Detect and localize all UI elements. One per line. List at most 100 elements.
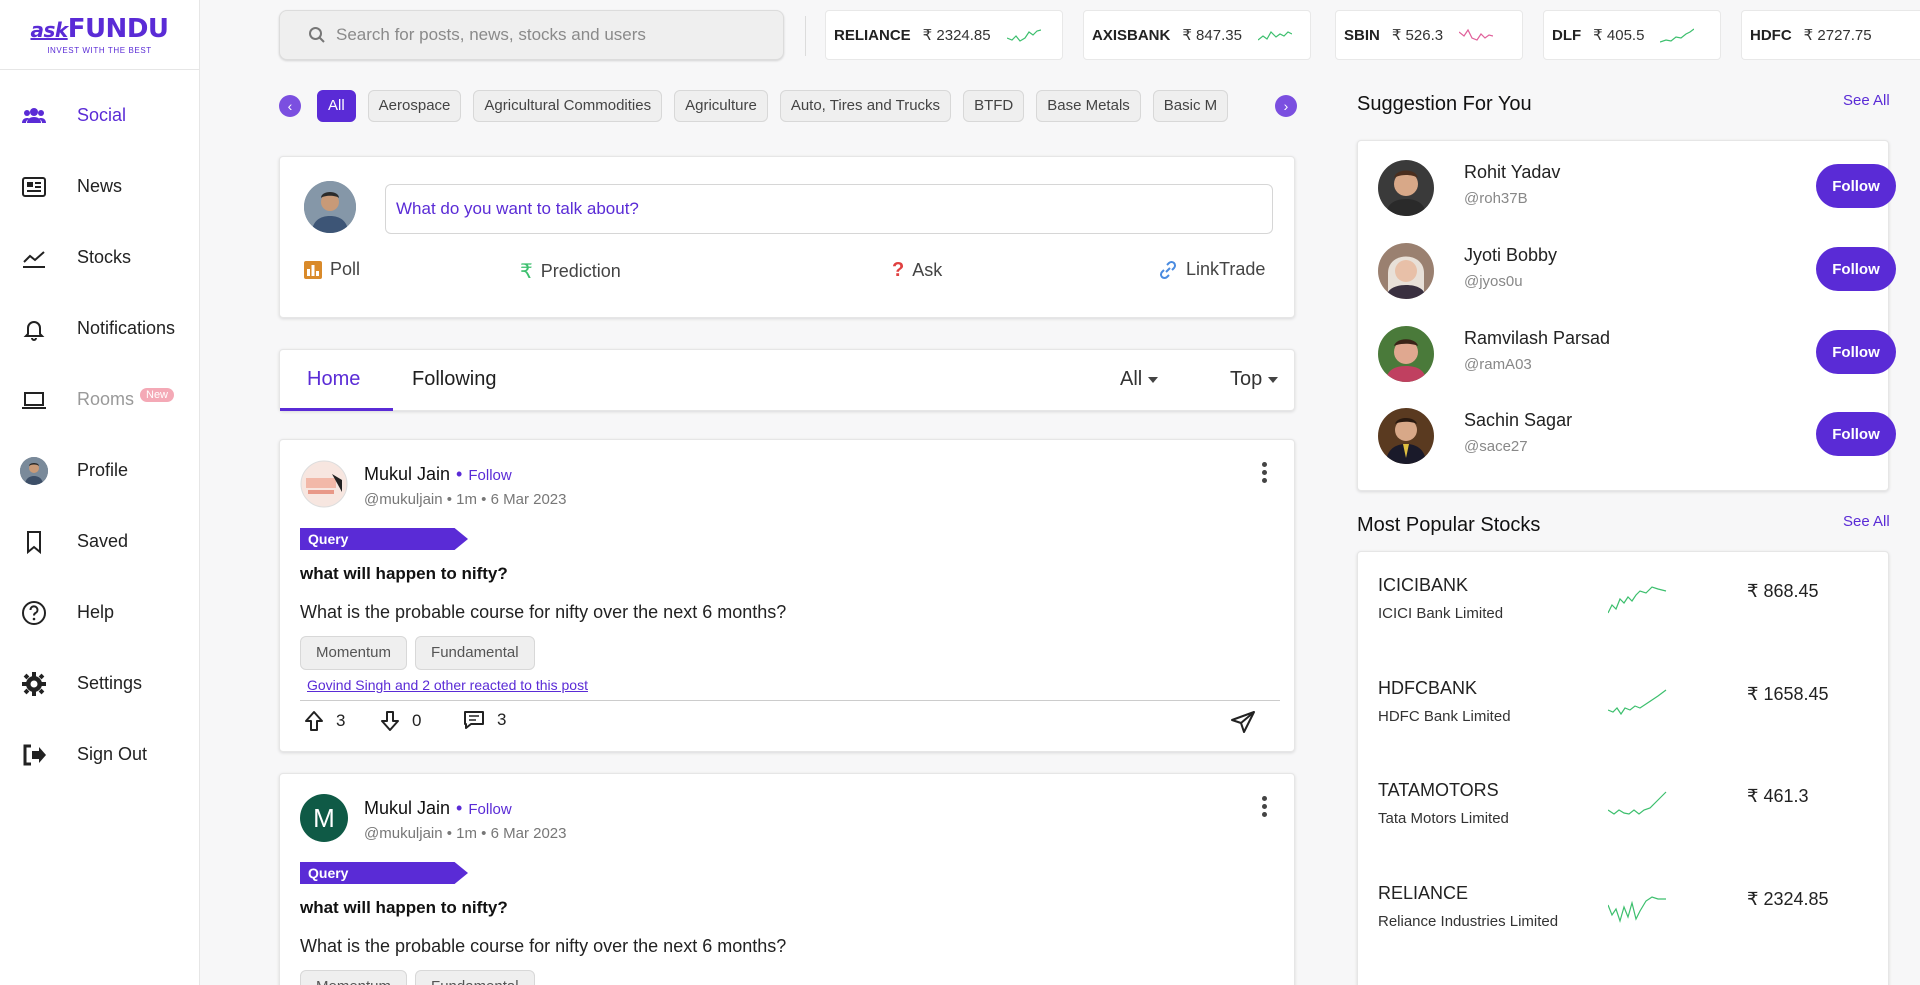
popular-stocks-card: ICICIBANK ICICI Bank Limited ₹ 868.45 HD… — [1357, 551, 1889, 985]
stock-price: ₹ 461.3 — [1747, 786, 1809, 806]
post-title[interactable]: what will happen to nifty? — [300, 564, 508, 584]
post-author-name[interactable]: Mukul Jain — [364, 798, 450, 818]
user-avatar-image — [1378, 326, 1434, 382]
stock-row[interactable]: ICICIBANK ICICI Bank Limited ₹ 868.45 — [1378, 575, 1868, 635]
logo[interactable]: askFUNDU INVEST WITH THE BEST — [0, 0, 199, 70]
ticker-card[interactable]: HDFC ₹ 2727.75 — [1741, 10, 1920, 60]
linktrade-button[interactable]: LinkTrade — [1158, 259, 1265, 280]
tab-home[interactable]: Home — [307, 368, 360, 391]
user-name[interactable]: Jyoti Bobby — [1464, 245, 1557, 266]
filter-all-dropdown[interactable]: All — [1120, 368, 1159, 391]
user-name[interactable]: Ramvilash Parsad — [1464, 328, 1610, 349]
follow-link[interactable]: Follow — [468, 467, 511, 484]
separator-dot: • — [456, 798, 463, 818]
post-input[interactable] — [385, 184, 1273, 234]
avatar[interactable] — [1378, 160, 1434, 216]
user-name[interactable]: Rohit Yadav — [1464, 162, 1560, 183]
linktrade-label: LinkTrade — [1186, 259, 1266, 279]
topic-chip[interactable]: Fundamental — [415, 636, 535, 670]
post-author-name[interactable]: Mukul Jain — [364, 464, 450, 484]
more-options-icon[interactable] — [1258, 792, 1270, 820]
category-chip[interactable]: Base Metals — [1036, 90, 1141, 122]
category-chip[interactable]: Agriculture — [674, 90, 768, 122]
sidebar-item-notifications[interactable]: Notifications — [0, 293, 199, 364]
share-button[interactable] — [1230, 710, 1256, 739]
ticker-price: ₹ 2324.85 — [922, 27, 991, 44]
chevron-down-icon — [1148, 376, 1159, 383]
sidebar-item-label: Help — [77, 602, 115, 622]
follow-link[interactable]: Follow — [468, 801, 511, 818]
stock-row[interactable]: HDFCBANK HDFC Bank Limited ₹ 1658.45 — [1378, 678, 1868, 738]
search-input[interactable] — [336, 25, 756, 45]
sidebar-item-sign-out[interactable]: Sign Out — [0, 719, 199, 790]
category-chip[interactable]: Basic M — [1152, 90, 1229, 122]
sidebar-item-social[interactable]: Social — [0, 80, 199, 151]
category-chip-all[interactable]: All — [317, 90, 356, 122]
suggestions-see-all-link[interactable]: See All — [1843, 92, 1890, 109]
sidebar-item-label: Settings — [77, 673, 143, 693]
sparkline — [1608, 896, 1666, 924]
separator-dot: • — [456, 464, 463, 484]
active-tab-indicator — [280, 408, 393, 411]
sidebar-item-news[interactable]: News — [0, 151, 199, 222]
ticker-card[interactable]: RELIANCE ₹ 2324.85 — [825, 10, 1063, 60]
poll-button[interactable]: Poll — [304, 259, 360, 280]
avatar — [20, 456, 48, 485]
sidebar-item-rooms[interactable]: Rooms New — [0, 364, 199, 435]
topic-chip[interactable]: Momentum — [300, 970, 408, 985]
post-title[interactable]: what will happen to nifty? — [300, 898, 508, 918]
sidebar-item-profile[interactable]: Profile — [0, 435, 199, 506]
tab-following[interactable]: Following — [412, 368, 496, 391]
suggested-user: Jyoti Bobby @jyos0u Follow — [1378, 243, 1896, 303]
follow-button[interactable]: Follow — [1816, 247, 1896, 291]
category-chip[interactable]: BTFD — [963, 90, 1025, 122]
prediction-button[interactable]: ₹ Prediction — [520, 259, 621, 284]
query-tag: Query — [300, 528, 468, 550]
popular-stocks-see-all-link[interactable]: See All — [1843, 513, 1890, 530]
downvote-button[interactable]: 0 — [380, 710, 421, 732]
avatar[interactable]: M — [300, 794, 348, 842]
avatar[interactable] — [300, 460, 348, 508]
comment-button[interactable]: 3 — [463, 710, 506, 730]
sidebar-item-settings[interactable]: Settings — [0, 648, 199, 719]
user-name[interactable]: Sachin Sagar — [1464, 410, 1572, 431]
sidebar-item-saved[interactable]: Saved — [0, 506, 199, 577]
follow-button[interactable]: Follow — [1816, 164, 1896, 208]
ticker-card[interactable]: AXISBANK ₹ 847.35 — [1083, 10, 1311, 60]
follow-button[interactable]: Follow — [1816, 330, 1896, 374]
sidebar: askFUNDU INVEST WITH THE BEST Social New… — [0, 0, 200, 985]
avatar[interactable] — [1378, 326, 1434, 382]
more-options-icon[interactable] — [1258, 458, 1270, 486]
sidebar-item-help[interactable]: Help — [0, 577, 199, 648]
stock-row[interactable]: RELIANCE Reliance Industries Limited ₹ 2… — [1378, 883, 1868, 943]
avatar[interactable] — [1378, 243, 1434, 299]
send-icon — [1231, 711, 1255, 733]
sidebar-item-label: News — [77, 176, 123, 196]
chevron-right-icon[interactable]: › — [1275, 95, 1297, 117]
avatar[interactable] — [1378, 408, 1434, 464]
query-tag: Query — [300, 862, 468, 884]
category-chip[interactable]: Auto, Tires and Trucks — [779, 90, 952, 122]
topic-chip[interactable]: Fundamental — [415, 970, 535, 985]
ask-button[interactable]: ? Ask — [892, 259, 942, 282]
stock-symbol: TATAMOTORS — [1378, 780, 1499, 800]
topic-chip[interactable]: Momentum — [300, 636, 408, 670]
chevron-left-icon[interactable]: ‹ — [279, 95, 301, 117]
follow-button[interactable]: Follow — [1816, 412, 1896, 456]
ticker-price: ₹ 847.35 — [1182, 27, 1242, 44]
category-bar: ‹ All Aerospace Agricultural Commodities… — [279, 89, 1297, 123]
sidebar-item-stocks[interactable]: Stocks — [0, 222, 199, 293]
ticker-price: ₹ 405.5 — [1593, 27, 1645, 44]
ticker-card[interactable]: DLF ₹ 405.5 — [1543, 10, 1721, 60]
category-chip[interactable]: Aerospace — [367, 90, 462, 122]
category-chip[interactable]: Agricultural Commodities — [473, 90, 663, 122]
post-meta: @mukuljain • 1m • 6 Mar 2023 — [364, 825, 567, 842]
reactions-link[interactable]: Govind Singh and 2 other reacted to this… — [307, 677, 588, 693]
upvote-button[interactable]: 3 — [304, 710, 345, 732]
search-bar — [279, 10, 784, 60]
ticker-card[interactable]: SBIN ₹ 526.3 — [1335, 10, 1523, 60]
stock-row[interactable]: TATAMOTORS Tata Motors Limited ₹ 461.3 — [1378, 780, 1868, 840]
user-handle: @ramA03 — [1464, 356, 1532, 373]
user-avatar-image — [1378, 408, 1434, 464]
filter-top-dropdown[interactable]: Top — [1230, 368, 1279, 391]
